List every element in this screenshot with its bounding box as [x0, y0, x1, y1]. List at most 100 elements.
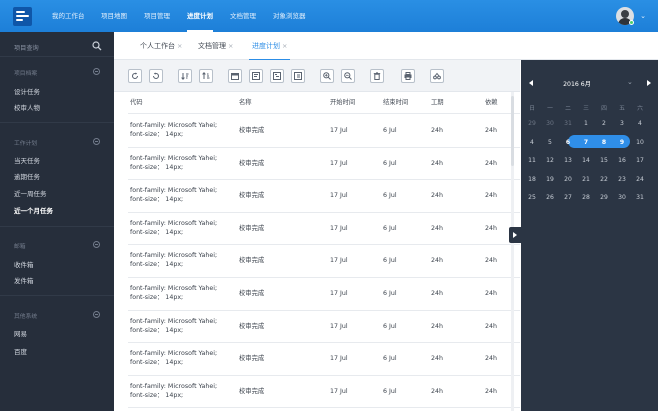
- calendar-day[interactable]: 7: [579, 137, 593, 148]
- calendar-day[interactable]: 1: [579, 118, 593, 129]
- nav-item-object-browser[interactable]: 对象浏览器: [273, 0, 306, 32]
- calendar-day[interactable]: 13: [561, 155, 575, 166]
- calendar-day[interactable]: 24: [633, 174, 647, 185]
- calendar-day[interactable]: 28: [579, 192, 593, 203]
- column-header-end[interactable]: 结束时间: [383, 92, 408, 113]
- calendar-day[interactable]: 3: [615, 118, 629, 129]
- nav-item-documents[interactable]: 文档管理: [230, 0, 256, 32]
- refresh-icon[interactable]: [128, 69, 142, 83]
- calendar-day[interactable]: 31: [561, 118, 575, 129]
- link-icon[interactable]: [430, 69, 444, 83]
- nav-item-workbench[interactable]: 我的工作台: [52, 0, 85, 32]
- calendar-title[interactable]: 2016 6月: [521, 79, 633, 88]
- calendar-day[interactable]: 20: [561, 174, 575, 185]
- sidebar-search[interactable]: 项目查询: [0, 40, 114, 54]
- delete-icon[interactable]: [370, 69, 384, 83]
- collapse-section-icon[interactable]: [93, 311, 100, 318]
- calendar-day[interactable]: 12: [543, 155, 557, 166]
- sidebar-item-review-people[interactable]: 校审人物: [14, 102, 40, 112]
- search-icon[interactable]: [92, 41, 102, 51]
- table-row[interactable]: [128, 147, 520, 179]
- sidebar-item-baidu[interactable]: 百度: [14, 346, 27, 356]
- close-icon[interactable]: ×: [177, 42, 182, 50]
- calendar-day[interactable]: 23: [615, 174, 629, 185]
- close-icon[interactable]: ×: [282, 42, 287, 50]
- table-row[interactable]: [128, 375, 520, 407]
- calendar-day[interactable]: 14: [579, 155, 593, 166]
- collapse-section-icon[interactable]: [93, 241, 100, 248]
- table-row[interactable]: [128, 244, 520, 276]
- column-header-dependency[interactable]: 依赖: [485, 92, 498, 113]
- column-header-code[interactable]: 代码: [130, 92, 143, 113]
- calendar-day[interactable]: 11: [525, 155, 539, 166]
- column-header-start[interactable]: 开始时间: [330, 92, 355, 113]
- indent-icon[interactable]: [291, 69, 305, 83]
- chart-gantt-icon[interactable]: [270, 69, 284, 83]
- calendar-day[interactable]: 21: [579, 174, 593, 185]
- weekday-label: 日: [529, 106, 535, 112]
- sidebar-item-week-tasks[interactable]: 近一周任务: [14, 188, 47, 198]
- collapse-section-icon[interactable]: [93, 138, 100, 145]
- tab-document-management[interactable]: 文档管理 ×: [198, 32, 233, 60]
- calendar-day[interactable]: 9: [615, 137, 629, 148]
- table-row[interactable]: [128, 277, 520, 309]
- calendar-day[interactable]: 30: [543, 118, 557, 129]
- table-row[interactable]: [128, 310, 520, 342]
- calendar-day[interactable]: 29: [525, 118, 539, 129]
- calendar-day[interactable]: 30: [615, 192, 629, 203]
- calendar-day[interactable]: 4: [525, 137, 539, 148]
- calendar-day[interactable]: 6: [561, 137, 575, 148]
- tab-personal-workbench[interactable]: 个人工作台 ×: [140, 32, 182, 60]
- vertical-scrollbar[interactable]: [511, 92, 514, 411]
- app-logo-icon[interactable]: [13, 7, 32, 26]
- next-month-icon[interactable]: [647, 80, 651, 86]
- zoom-out-icon[interactable]: [341, 69, 355, 83]
- table-row[interactable]: [128, 342, 520, 374]
- chart-bar-icon[interactable]: [249, 69, 263, 83]
- calendar-day[interactable]: 25: [525, 192, 539, 203]
- sidebar-item-netease[interactable]: 网易: [14, 328, 27, 338]
- calendar-day[interactable]: 18: [525, 174, 539, 185]
- calendar-day[interactable]: 19: [543, 174, 557, 185]
- calendar-day[interactable]: 27: [561, 192, 575, 203]
- close-icon[interactable]: ×: [228, 42, 233, 50]
- column-header-duration[interactable]: 工期: [431, 92, 444, 113]
- scrollbar-thumb[interactable]: [511, 96, 514, 166]
- sidebar-item-overdue-tasks[interactable]: 逾期任务: [14, 171, 40, 181]
- calendar-day[interactable]: 15: [597, 155, 611, 166]
- collapse-section-icon[interactable]: [93, 68, 100, 75]
- undo-icon[interactable]: [149, 69, 163, 83]
- table-row[interactable]: [128, 212, 520, 244]
- calendar-day[interactable]: 29: [597, 192, 611, 203]
- calendar-day[interactable]: 2: [597, 118, 611, 129]
- sidebar-item-inbox[interactable]: 收件箱: [14, 259, 34, 269]
- nav-item-project-management[interactable]: 项目管理: [144, 0, 170, 32]
- nav-item-project-map[interactable]: 项目地图: [101, 0, 127, 32]
- sidebar-item-today-tasks[interactable]: 当天任务: [14, 155, 40, 165]
- calendar-day[interactable]: 22: [597, 174, 611, 185]
- sort-descending-icon[interactable]: [199, 69, 213, 83]
- calendar-day[interactable]: 16: [615, 155, 629, 166]
- table-row[interactable]: [128, 179, 520, 211]
- chevron-down-icon[interactable]: ⌄: [627, 78, 633, 86]
- calendar-day[interactable]: 8: [597, 137, 611, 148]
- calendar-day[interactable]: 26: [543, 192, 557, 203]
- calendar-icon[interactable]: [228, 69, 242, 83]
- column-header-name[interactable]: 名称: [239, 92, 252, 113]
- calendar-day[interactable]: 10: [633, 137, 647, 148]
- sidebar-item-month-tasks[interactable]: 近一个月任务: [14, 205, 53, 215]
- sort-ascending-icon[interactable]: [178, 69, 192, 83]
- table-row[interactable]: [128, 114, 520, 146]
- calendar-day[interactable]: 5: [543, 137, 557, 148]
- sidebar-item-outbox[interactable]: 发件箱: [14, 275, 34, 285]
- tab-schedule[interactable]: 进度计划 ×: [248, 32, 291, 61]
- chevron-down-icon[interactable]: ⌄: [640, 12, 646, 20]
- calendar-day[interactable]: 17: [633, 155, 647, 166]
- print-icon[interactable]: [401, 69, 415, 83]
- sidebar-item-design-tasks[interactable]: 设计任务: [14, 86, 40, 96]
- nav-item-schedule[interactable]: 进度计划: [187, 0, 213, 32]
- zoom-in-icon[interactable]: [320, 69, 334, 83]
- collapse-panel-button[interactable]: [509, 227, 521, 243]
- calendar-day[interactable]: 4: [633, 118, 647, 129]
- calendar-day[interactable]: 31: [633, 192, 647, 203]
